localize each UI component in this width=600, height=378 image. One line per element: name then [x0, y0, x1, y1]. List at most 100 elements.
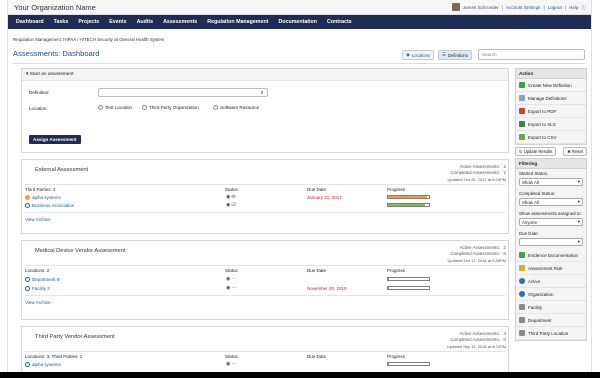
nav-events[interactable]: Events — [104, 19, 131, 25]
assessment-stats: Active Assessments: 4 — [459, 331, 506, 336]
definition-label: Definition: — [29, 90, 50, 95]
nav-regulation-management[interactable]: Regulation Management — [202, 19, 273, 25]
assessment-row-link[interactable]: Business Association — [25, 203, 74, 209]
main-nav: Dashboard Tasks Projects Events Audits A… — [8, 15, 591, 29]
user-menu: James Schroeder | Account Settings | Logou… — [451, 2, 586, 11]
category-third-party-location[interactable]: Third Party Location — [516, 327, 586, 340]
nav-tasks[interactable]: Tasks — [49, 19, 74, 25]
category-department[interactable]: Department — [516, 314, 586, 327]
start-assessment-header[interactable]: ▾ Start an assessment — [22, 69, 508, 81]
due-date-select[interactable] — [519, 238, 583, 246]
definition-select[interactable]: ⇕ — [98, 88, 268, 97]
due-date-header: Due Date — [307, 268, 327, 273]
globe-icon — [519, 278, 525, 284]
divider — [25, 295, 505, 296]
action-panel: Action Create New Definition Manage Defi… — [515, 68, 587, 145]
assigned-to-label: Show assessments assigned to: — [519, 211, 582, 216]
help-icon[interactable]: ⓘ — [581, 5, 586, 11]
progress-bar — [387, 195, 430, 199]
scope-label: Locations: 2 — [25, 268, 50, 273]
definitions-view-button[interactable]: ☰ Definitions — [438, 50, 472, 60]
progress-bar — [387, 286, 430, 290]
filter-buttons: ↻ Update Results ✖ Reset — [515, 147, 587, 156]
status-icons: ◉⋯ — [226, 361, 238, 367]
started-status-select[interactable]: Show All — [519, 178, 583, 186]
top-header: Your Organization Name James Schroeder | … — [8, 0, 591, 15]
due-date-header: Due Date — [307, 187, 327, 192]
assessment-name: External Assessment — [35, 167, 89, 173]
list-icon: ☰ — [442, 52, 446, 57]
completed-status-select[interactable]: Show All — [519, 198, 583, 206]
category-active[interactable]: Active — [516, 275, 586, 288]
assessment-name: Medical Device Vendor Assessment — [35, 248, 126, 254]
globe-icon: ◉ — [406, 52, 410, 57]
nav-assessments[interactable]: Assessments — [158, 19, 202, 25]
help-link[interactable]: Help — [569, 5, 578, 10]
progress-header: Progress — [387, 268, 406, 273]
radio-third-party-organization[interactable]: Third Party Organization — [142, 105, 199, 111]
pdf-icon — [519, 108, 525, 114]
assessment-row-link[interactable]: alpha systems — [25, 362, 61, 368]
category-organization[interactable]: Organization — [516, 288, 586, 301]
logout-link[interactable]: Logout — [548, 5, 562, 10]
assigned-to-select[interactable]: Anyone — [519, 218, 583, 226]
chevron-down-icon: ⇕ — [260, 90, 264, 95]
due-date-label: Due Date: — [519, 231, 539, 236]
nav-documentation[interactable]: Documentation — [273, 19, 322, 25]
divider — [25, 265, 505, 266]
plus-icon — [519, 252, 525, 258]
category-assessment-risk[interactable]: Assessment Risk — [516, 262, 586, 275]
action-title: Action — [516, 69, 586, 79]
export-xls-action[interactable]: Export to XLS — [516, 118, 586, 131]
view-archive-link[interactable]: View Archive — [25, 217, 51, 222]
updated-timestamp: Updated Oct 17, 2018 at 6:39PM — [447, 258, 506, 263]
divider — [25, 212, 505, 213]
nav-audits[interactable]: Audits — [132, 19, 158, 25]
nav-projects[interactable]: Projects — [73, 19, 104, 25]
taskbar-strip — [0, 372, 600, 378]
avatar[interactable] — [451, 2, 460, 11]
export-csv-action[interactable]: Export to CSV — [516, 131, 586, 144]
page-title: Assessments: Dashboard — [13, 49, 100, 58]
assessment-card-third-party: Third Party Vendor Assessment Active Ass… — [21, 326, 509, 378]
assessment-row-link[interactable]: alpha systems — [25, 195, 61, 201]
breadcrumb: Regulation Management: HIPAA / HITECH Se… — [13, 37, 165, 42]
building-icon — [519, 317, 525, 323]
assessment-stats-completed: Completed Assessments: 0 — [450, 337, 506, 342]
assessment-card-external: External Assessment Active Assessments: … — [21, 159, 509, 234]
location-label: Location: — [29, 106, 48, 111]
globe-icon — [519, 291, 525, 297]
completed-status-label: Completed Status: — [519, 191, 556, 196]
manage-definitions-action[interactable]: Manage Definitions — [516, 92, 586, 105]
csv-icon — [519, 134, 525, 140]
progress-bar — [387, 203, 430, 207]
category-facility[interactable]: Facility — [516, 301, 586, 314]
account-settings-link[interactable]: Account Settings — [506, 5, 540, 10]
locations-view-button[interactable]: ◉ Locations — [402, 50, 435, 60]
assessment-stats-completed: Completed Assessments: 0 — [450, 251, 506, 256]
org-name: Your Organization Name — [14, 3, 96, 12]
assessment-row-link[interactable]: Facility 2 — [25, 286, 50, 292]
progress-header: Progress — [387, 354, 406, 359]
radio-test-location[interactable]: Test Location — [98, 105, 132, 111]
export-pdf-action[interactable]: Export to PDF — [516, 105, 586, 118]
assessment-name: Third Party Vendor Assessment — [35, 334, 115, 340]
category-evidence-documentation[interactable]: Evidence Documentation — [516, 249, 586, 262]
definitions-label: Definitions — [447, 52, 468, 58]
building-icon — [519, 330, 525, 336]
divider — [25, 184, 505, 185]
progress-header: Progress — [387, 187, 406, 192]
reset-button[interactable]: ✖ Reset — [563, 147, 587, 156]
view-archive-link[interactable]: View Archive — [25, 300, 51, 305]
user-name[interactable]: James Schroeder — [463, 5, 499, 10]
create-definition-action[interactable]: Create New Definition — [516, 79, 586, 92]
update-results-button[interactable]: ↻ Update Results — [515, 147, 557, 156]
assessment-row-link[interactable]: Department B — [25, 277, 60, 283]
search-input[interactable]: Search — [478, 49, 585, 60]
start-assessment-panel: ▾ Start an assessment Definition: ⇕ Loca… — [21, 68, 509, 153]
due-date-header: Due Date — [307, 354, 327, 359]
nav-contracts[interactable]: Contracts — [322, 19, 357, 25]
nav-dashboard[interactable]: Dashboard — [11, 19, 49, 25]
radio-software-resource[interactable]: Software Resource — [213, 105, 259, 111]
assign-assessment-button[interactable]: Assign Assessment — [29, 135, 81, 144]
